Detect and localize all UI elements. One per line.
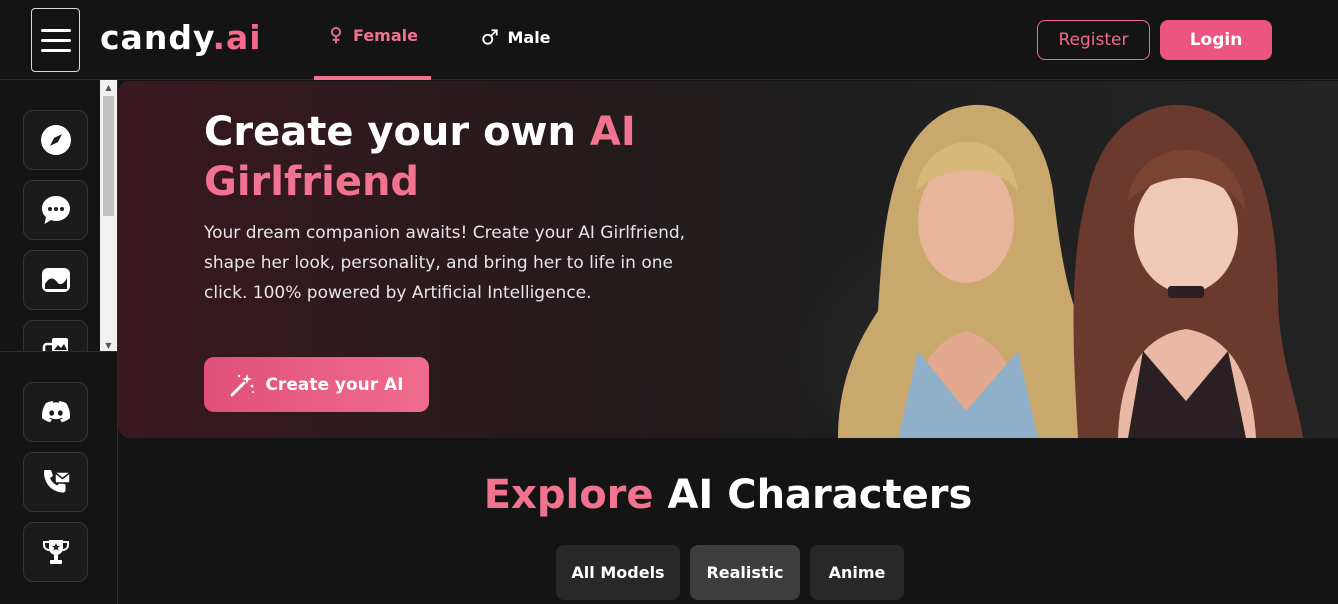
image-icon bbox=[41, 268, 70, 292]
explore-title-text: AI Characters bbox=[653, 472, 973, 518]
hero-banner: Create your own AI Girlfriend Your dream… bbox=[118, 81, 1338, 438]
explore-section-title: Explore AI Characters bbox=[118, 470, 1338, 520]
top-navbar: candy.ai Female Male Register Login bbox=[0, 0, 1338, 80]
sidebar-item-leaderboard[interactable] bbox=[23, 522, 88, 582]
create-your-ai-button[interactable]: Create your AI bbox=[204, 357, 429, 412]
hero-description: Your dream companion awaits! Create your… bbox=[204, 223, 686, 303]
scrollbar-thumb[interactable] bbox=[103, 96, 114, 216]
scroll-down-arrow-icon[interactable]: ▼ bbox=[100, 338, 117, 352]
menu-line-icon bbox=[40, 48, 71, 52]
login-button[interactable]: Login bbox=[1160, 20, 1272, 60]
hero-title: Create your own AI Girlfriend bbox=[204, 107, 724, 207]
site-logo[interactable]: candy.ai bbox=[100, 18, 262, 58]
contact-mail-icon bbox=[43, 470, 71, 493]
sidebar-scrollbar[interactable]: ▲ ▼ bbox=[100, 80, 117, 352]
logo-suffix-text: .ai bbox=[212, 18, 262, 57]
magic-wand-icon bbox=[230, 373, 255, 396]
trophy-icon bbox=[42, 540, 69, 564]
filter-all-models-button[interactable]: All Models bbox=[556, 545, 680, 600]
sidebar-item-chat[interactable] bbox=[23, 180, 88, 240]
filter-anime-button[interactable]: Anime bbox=[810, 545, 904, 600]
tab-male-label: Male bbox=[507, 27, 551, 47]
discord-icon bbox=[41, 401, 70, 423]
filter-realistic-button[interactable]: Realistic bbox=[690, 545, 800, 600]
male-symbol-icon bbox=[482, 29, 499, 45]
hero-characters-image bbox=[798, 104, 1303, 438]
explore-title-highlight: Explore bbox=[483, 472, 654, 518]
sidebar-item-contact[interactable] bbox=[23, 452, 88, 512]
tab-male[interactable]: Male bbox=[478, 0, 554, 80]
compass-icon bbox=[40, 125, 71, 155]
sidebar-item-generate-image[interactable] bbox=[23, 250, 88, 310]
sidebar-item-explore[interactable] bbox=[23, 110, 88, 170]
tab-female-label: Female bbox=[353, 25, 418, 45]
sidebar-item-gallery[interactable] bbox=[23, 320, 88, 352]
menu-line-icon bbox=[40, 38, 71, 42]
tab-female[interactable]: Female bbox=[314, 0, 431, 80]
logo-main-text: candy bbox=[100, 18, 213, 57]
hamburger-menu-button[interactable] bbox=[31, 8, 80, 72]
sidebar-divider bbox=[0, 351, 118, 352]
gallery-icon bbox=[42, 338, 68, 352]
female-symbol-icon bbox=[331, 26, 342, 44]
chat-bubble-icon bbox=[41, 196, 70, 224]
register-button[interactable]: Register bbox=[1037, 20, 1150, 60]
scroll-up-arrow-icon[interactable]: ▲ bbox=[100, 80, 117, 94]
sidebar-scroll-area[interactable]: ▲ ▼ bbox=[0, 80, 118, 352]
sidebar-item-discord[interactable] bbox=[23, 382, 88, 442]
hero-title-text: Create your own bbox=[204, 109, 590, 155]
sidebar: ▲ ▼ bbox=[0, 80, 118, 604]
create-your-ai-label: Create your AI bbox=[265, 374, 404, 395]
menu-line-icon bbox=[40, 28, 71, 32]
